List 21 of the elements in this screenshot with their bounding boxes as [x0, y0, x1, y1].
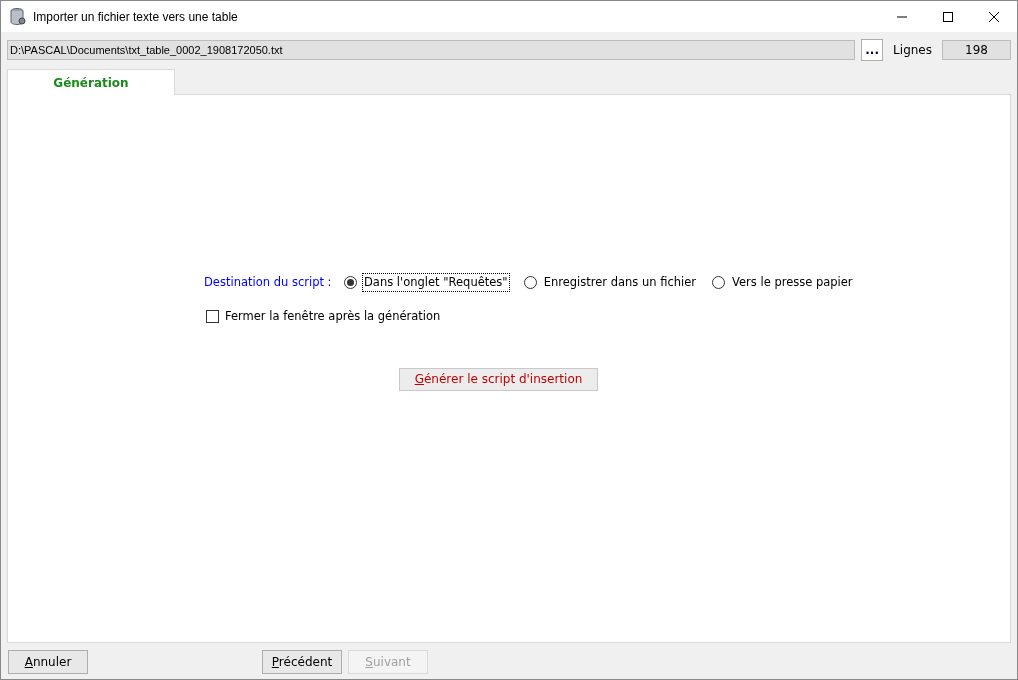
- lines-count-field: 198: [942, 40, 1011, 60]
- lines-label: Lignes: [892, 42, 933, 59]
- close-icon: [989, 11, 999, 22]
- footer-button[interactable]: Annuler: [8, 650, 88, 674]
- radio-button[interactable]: [712, 276, 726, 290]
- tab[interactable]: Génération: [7, 69, 175, 95]
- checkbox[interactable]: [206, 310, 219, 324]
- file-path-field[interactable]: D:\PASCAL\Documents\txt_table_0002_1908172050.txt: [7, 40, 856, 60]
- destination-label: Destination du script :: [204, 274, 333, 291]
- generate-button[interactable]: Générer le script d'insertion: [399, 367, 598, 391]
- radio-label[interactable]: Dans l'onglet "Requêtes": [362, 273, 510, 293]
- maximize-icon: [943, 11, 953, 22]
- radio-label[interactable]: Vers le presse papier: [730, 273, 855, 293]
- window-title: Importer un fichier texte vers une table: [33, 8, 238, 26]
- radio-button[interactable]: [344, 276, 357, 290]
- browse-button[interactable]: ...: [861, 39, 884, 61]
- radio-button[interactable]: [523, 276, 537, 290]
- radio-label[interactable]: Enregistrer dans un fichier: [541, 273, 699, 293]
- footer-button[interactable]: Précédent: [262, 650, 342, 674]
- checkbox-label[interactable]: Fermer la fenêtre après la génération: [225, 308, 441, 326]
- database-icon: [10, 7, 26, 26]
